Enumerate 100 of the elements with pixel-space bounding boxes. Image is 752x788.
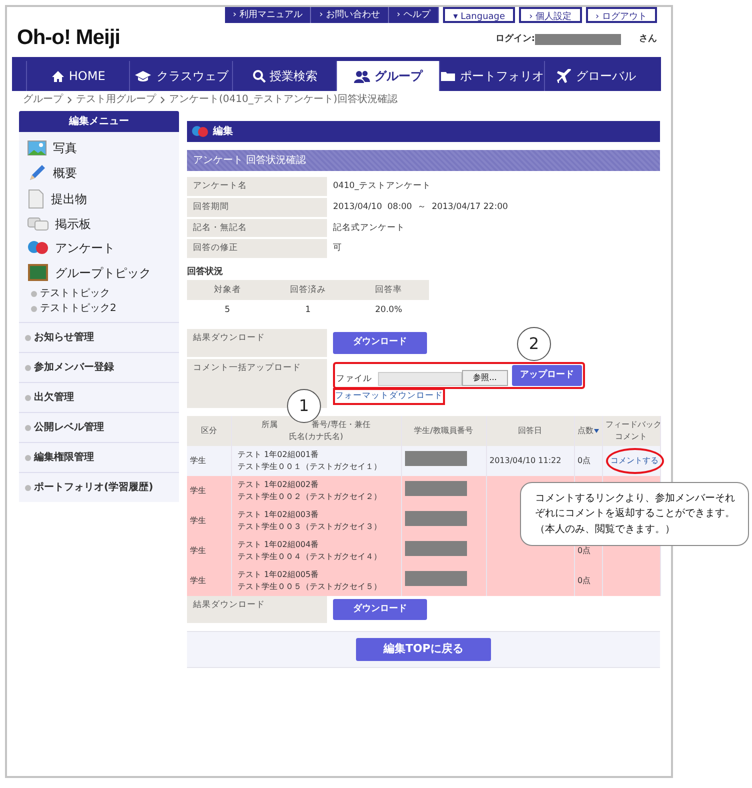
subsection-title: 回答状況 bbox=[187, 266, 224, 279]
nav-tab[interactable]: HOME bbox=[26, 61, 130, 91]
table-cell-text: テスト学生００３（テストガクセイ３） bbox=[238, 520, 382, 532]
sidebar-item[interactable]: 掲示板 bbox=[19, 212, 179, 236]
nav-tab[interactable]: クラスウェブ bbox=[129, 61, 232, 91]
nav-tab[interactable]: ポートフォリオ bbox=[438, 61, 544, 91]
table-cell-text: テスト 1年02組005番 bbox=[238, 569, 320, 581]
speech-bubbles-icon bbox=[27, 216, 49, 232]
table-cell: 5 bbox=[187, 300, 268, 321]
table-cell-text: テスト学生００２（テストガクセイ２） bbox=[238, 490, 382, 502]
nav-tab[interactable]: グローバル bbox=[544, 61, 648, 91]
table-cell: 学生 bbox=[187, 536, 231, 566]
callout-bubble: コメントするリンクより、参加メンバーそれぞれにコメントを返却することができます。（本人のみ、閲覧できます。） bbox=[520, 482, 749, 546]
sidebar-menu-link[interactable]: 編集権限管理 bbox=[34, 450, 94, 465]
table-cell-text: テスト 1年02組001番 bbox=[238, 449, 320, 461]
top-link[interactable]: › お問い合わせ bbox=[311, 7, 389, 23]
sidebar-menu-link[interactable]: 出欠管理 bbox=[34, 390, 74, 405]
upload-button[interactable]: アップロード bbox=[512, 364, 582, 386]
pencil-icon bbox=[27, 163, 47, 183]
browse-button[interactable]: 参照... bbox=[462, 370, 508, 386]
bullet-icon bbox=[25, 484, 31, 490]
top-link[interactable]: › ログアウト bbox=[586, 7, 657, 23]
table-cell: 0点 bbox=[578, 456, 591, 465]
folder-icon bbox=[440, 70, 456, 82]
chevron-icon bbox=[160, 96, 165, 104]
sidebar-menu-link[interactable]: 公開レベル管理 bbox=[34, 420, 104, 435]
bullet-icon bbox=[31, 306, 37, 312]
document-icon bbox=[27, 189, 45, 209]
site-logo[interactable]: Oh-o! Meiji bbox=[7, 7, 120, 57]
table-cell: 20.0% bbox=[348, 300, 429, 321]
download-button[interactable]: ダウンロード bbox=[333, 332, 427, 354]
sidebar-item[interactable]: グループトピック bbox=[19, 260, 179, 286]
column-header: 区分 bbox=[200, 424, 218, 437]
table-cell: 0点 bbox=[578, 546, 591, 555]
breadcrumb-link[interactable]: グループ bbox=[23, 92, 63, 107]
table-cell-text: テスト学生００１（テストガクセイ１） bbox=[238, 460, 382, 472]
column-header: 回答日 bbox=[517, 424, 543, 437]
table-cell: 2013/04/10 11:22 bbox=[486, 446, 574, 476]
format-download-link[interactable]: フォーマットダウンロード bbox=[335, 391, 443, 401]
topic-link[interactable]: テストトピック2 bbox=[40, 301, 116, 316]
photo-icon bbox=[27, 140, 47, 156]
redaction-bar bbox=[404, 541, 466, 556]
bullet-icon bbox=[25, 334, 31, 340]
redaction-bar bbox=[404, 571, 466, 586]
login-label: ログイン: bbox=[495, 33, 535, 46]
table-cell-text: テスト学生００４（テストガクセイ４） bbox=[238, 550, 382, 562]
search-icon bbox=[252, 69, 266, 83]
top-link[interactable]: › ヘルプ bbox=[388, 7, 440, 23]
column-header: 点数 bbox=[578, 426, 594, 435]
table-cell: 1 bbox=[268, 300, 348, 321]
field-label: 記名・無記名 bbox=[187, 218, 327, 238]
number-marker: 2 bbox=[517, 326, 551, 360]
home-icon bbox=[50, 70, 65, 82]
top-link[interactable]: › 個人設定 bbox=[519, 7, 582, 23]
table-cell: 学生 bbox=[187, 506, 231, 536]
redaction-bar bbox=[404, 451, 466, 466]
table-cell: 学生 bbox=[187, 446, 231, 476]
table-cell-text: テスト 1年02組004番 bbox=[238, 539, 320, 551]
column-header: 学生/教職員番号 bbox=[413, 424, 474, 437]
sidebar-menu-link[interactable]: お知らせ管理 bbox=[34, 330, 94, 345]
sidebar-menu-link[interactable]: 参加メンバー登録 bbox=[34, 360, 114, 375]
table-cell-text: テスト 1年02組002番 bbox=[238, 479, 320, 491]
field-label: 回答の修正 bbox=[187, 238, 327, 259]
column-header: 対象者 bbox=[187, 280, 268, 300]
sidebar-item[interactable]: アンケート bbox=[19, 236, 179, 260]
table-cell-text: テスト学生００５（テストガクセイ５） bbox=[238, 580, 382, 592]
top-link[interactable]: › 利用マニュアル bbox=[224, 7, 312, 23]
qa-bubbles-icon bbox=[27, 240, 49, 256]
sidebar-item[interactable]: 提出物 bbox=[19, 186, 179, 212]
table-cell: 0点 bbox=[578, 576, 591, 585]
sidebar-item[interactable]: 概要 bbox=[19, 160, 179, 186]
download-button[interactable]: ダウンロード bbox=[333, 598, 427, 620]
chalkboard-icon bbox=[27, 263, 49, 283]
breadcrumb-link[interactable]: アンケート(0410_テストアンケート)回答状況確認 bbox=[169, 92, 398, 107]
column-header: 氏名(カナ氏名) bbox=[288, 430, 344, 443]
top-link[interactable]: ▾ Language bbox=[443, 7, 516, 23]
qa-bubbles-icon bbox=[191, 125, 209, 138]
sidebar-item[interactable]: 写真 bbox=[19, 136, 179, 160]
airplane-icon bbox=[556, 69, 572, 83]
bullet-icon bbox=[25, 364, 31, 370]
field-label: 結果ダウンロード bbox=[187, 329, 327, 358]
panel-title-text: 編集 bbox=[213, 124, 233, 139]
column-header: 回答済み bbox=[268, 280, 348, 300]
table-cell-text: テスト 1年02組003番 bbox=[238, 509, 320, 521]
topic-link[interactable]: テストトピック bbox=[40, 286, 110, 301]
bullet-icon bbox=[25, 394, 31, 400]
bullet-icon bbox=[25, 454, 31, 460]
graduation-cap-icon bbox=[134, 70, 152, 82]
table-cell: 学生 bbox=[187, 476, 231, 506]
breadcrumb-link[interactable]: テスト用グループ bbox=[76, 92, 156, 107]
file-input[interactable] bbox=[378, 372, 462, 386]
sidebar-title: 編集メニュー bbox=[19, 111, 179, 132]
column-header: 所属 bbox=[262, 420, 278, 429]
sidebar-menu-link[interactable]: ポートフォリオ(学習履歴) bbox=[34, 480, 154, 495]
chevron-icon bbox=[67, 96, 72, 104]
section-title: アンケート 回答状況確認 bbox=[187, 150, 660, 171]
column-header: 番号/専任・兼任 bbox=[312, 420, 370, 429]
nav-tab[interactable]: グループ bbox=[336, 61, 439, 91]
field-label: 回答期間 bbox=[187, 196, 327, 218]
back-button[interactable]: 編集TOPに戻る bbox=[356, 638, 492, 661]
